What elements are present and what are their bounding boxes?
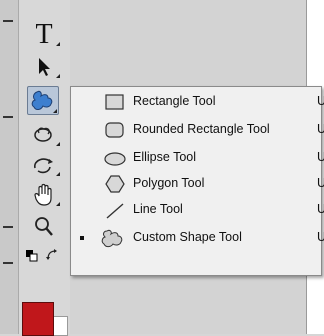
zoom-tool-button[interactable] — [24, 212, 64, 242]
menu-item-label: Rectangle Tool — [133, 94, 216, 108]
menu-item-rounded-rectangle-tool[interactable]: Rounded Rectangle Tool U — [71, 117, 324, 143]
menu-item-ellipse-tool[interactable]: Ellipse Tool U — [71, 145, 324, 171]
line-icon — [106, 203, 124, 219]
menu-item-label: Custom Shape Tool — [133, 230, 242, 244]
tool-group-indicator — [56, 42, 60, 46]
menu-item-shortcut: U — [317, 176, 324, 190]
3d-rotate-icon — [34, 127, 52, 142]
3d-orbit-tool-button[interactable] — [24, 150, 64, 180]
zoom-icon — [35, 217, 53, 236]
custom-shape-icon — [31, 90, 53, 110]
foreground-color-swatch[interactable] — [22, 302, 54, 336]
tool-group-indicator — [56, 74, 60, 78]
hand-tool-button[interactable] — [24, 180, 64, 210]
custom-shape-tool-button[interactable] — [27, 86, 59, 115]
tools-panel-edge — [0, 0, 19, 334]
tool-group-indicator — [56, 172, 60, 176]
text-tool-button[interactable]: T — [24, 19, 64, 50]
menu-item-shortcut: U — [317, 202, 324, 216]
polygon-icon — [105, 175, 125, 193]
menu-item-shortcut: U — [317, 230, 324, 244]
tool-group-indicator — [53, 109, 57, 113]
menu-item-label: Polygon Tool — [133, 176, 205, 190]
ellipse-icon — [104, 152, 126, 166]
menu-item-line-tool[interactable]: Line Tool U — [71, 197, 324, 223]
3d-orbit-icon — [34, 158, 53, 174]
panel-edge-mark — [3, 262, 13, 264]
menu-item-label: Rounded Rectangle Tool — [133, 122, 270, 136]
menu-item-label: Ellipse Tool — [133, 150, 197, 164]
menu-item-shortcut: U — [317, 150, 324, 164]
custom-shape-icon — [101, 229, 123, 248]
color-controls — [24, 244, 64, 270]
text-tool-icon: T — [35, 19, 53, 50]
path-selection-arrow-icon — [39, 58, 50, 76]
tools-panel: T — [0, 0, 70, 334]
path-selection-tool-button[interactable] — [24, 52, 64, 82]
tool-group-indicator — [56, 142, 60, 146]
shape-tools-flyout-menu: Rectangle Tool U Rounded Rectangle Tool … — [70, 86, 324, 276]
3d-rotate-tool-button[interactable] — [24, 120, 64, 150]
menu-item-shortcut: U — [317, 122, 324, 136]
hand-icon — [34, 183, 52, 206]
menu-item-label: Line Tool — [133, 202, 183, 216]
panel-edge-mark — [3, 116, 13, 118]
menu-item-shortcut: U — [317, 94, 324, 108]
swap-colors-icon[interactable] — [46, 249, 58, 261]
default-colors-icon[interactable] — [26, 250, 38, 262]
rounded-rectangle-icon — [105, 122, 124, 138]
selected-bullet-icon — [80, 236, 84, 240]
menu-item-polygon-tool[interactable]: Polygon Tool U — [71, 171, 324, 197]
tool-group-indicator — [56, 202, 60, 206]
panel-edge-mark — [3, 226, 13, 228]
menu-item-rectangle-tool[interactable]: Rectangle Tool U — [71, 89, 324, 115]
panel-edge-mark — [3, 20, 13, 22]
rectangle-icon — [105, 94, 124, 110]
menu-item-custom-shape-tool[interactable]: Custom Shape Tool U — [71, 225, 324, 251]
